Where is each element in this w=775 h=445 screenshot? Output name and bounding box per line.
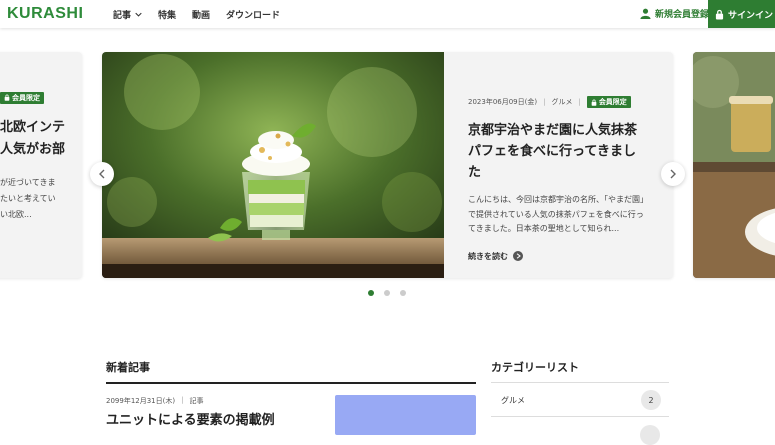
site-logo[interactable]: KURASHI — [7, 5, 83, 23]
chevron-down-icon — [135, 12, 142, 17]
article-meta: 2023年06月09日(金) | グルメ | 会員限定 — [468, 96, 648, 108]
meta-separator: | — [181, 396, 184, 404]
category-heading: カテゴリーリスト — [491, 361, 579, 374]
news-article-date: 2099年12月31日(木) — [106, 397, 176, 405]
badge-label: 会員限定 — [598, 98, 627, 106]
category-count: 2 — [641, 390, 661, 410]
nav-item-label: 動画 — [192, 11, 211, 21]
main-nav: 記事 特集 動画 ダウンロード — [113, 8, 280, 21]
tea-table-image — [693, 52, 775, 278]
members-only-badge: 会員限定 — [0, 91, 44, 104]
carousel-prev-button[interactable] — [90, 162, 114, 186]
category-count — [640, 425, 660, 445]
carousel-dot[interactable] — [368, 290, 374, 296]
news-article-meta: 2099年12月31日(木) | 記事 — [106, 396, 203, 406]
article-date: 2023年06月09日(金) — [468, 98, 538, 106]
prev-title-line: 人気がお部 — [0, 142, 66, 157]
nav-item-articles[interactable]: 記事 — [113, 8, 142, 21]
article-title[interactable]: 京都宇治やまだ園に人気抹茶パフェを食べに行ってきました — [468, 120, 648, 183]
chevron-left-icon — [99, 169, 105, 179]
arrow-right-icon — [513, 251, 523, 261]
active-card-body: 2023年06月09日(金) | グルメ | 会員限定 京都宇治やまだ園に人気抹… — [468, 96, 648, 262]
category-divider — [491, 382, 669, 383]
news-article-title[interactable]: ユニットによる要素の掲載例 — [106, 409, 275, 428]
register-label: 新規会員登録 — [655, 10, 710, 20]
carousel-next-button[interactable] — [661, 162, 685, 186]
nav-item-label: 記事 — [113, 11, 132, 21]
prev-desc-line: が近づいてきま — [0, 178, 56, 187]
register-link[interactable]: 新規会員登録 — [640, 7, 709, 20]
carousel-dot[interactable] — [384, 290, 390, 296]
prev-card-body: 会員限定 北欧インテ 人気がお部 が近づいてきま たいと考えてい い北欧... — [0, 86, 82, 223]
prev-desc-line: い北欧... — [0, 210, 32, 219]
category-name: グルメ — [501, 395, 525, 405]
news-article-category[interactable]: 記事 — [189, 396, 203, 406]
news-article-thumbnail[interactable] — [335, 395, 476, 435]
lock-icon — [4, 94, 10, 101]
nav-item-features[interactable]: 特集 — [158, 8, 176, 21]
prev-card-title: 北欧インテ 人気がお部 — [0, 117, 82, 161]
news-divider — [106, 382, 476, 384]
carousel-pagination — [368, 290, 406, 296]
signin-button[interactable]: サインイン — [708, 0, 775, 28]
carousel-card-prev[interactable]: 会員限定 北欧インテ 人気がお部 が近づいてきま たいと考えてい い北欧... — [0, 52, 82, 278]
article-excerpt: こんにちは、今回は京都宇治の名所、「やまだ園」で提供されている人気の抹茶パフェを… — [468, 195, 648, 233]
nav-item-downloads[interactable]: ダウンロード — [226, 8, 280, 21]
read-more-label: 続きを読む — [468, 251, 508, 261]
nav-item-videos[interactable]: 動画 — [192, 8, 210, 21]
news-heading: 新着記事 — [106, 361, 150, 374]
carousel-card-next[interactable] — [693, 52, 775, 278]
meta-separator: | — [578, 98, 581, 106]
prev-desc-line: たいと考えてい — [0, 194, 56, 203]
prev-card-desc: が近づいてきま たいと考えてい い北欧... — [0, 175, 82, 223]
nav-item-label: 特集 — [158, 11, 177, 21]
badge-label: 会員限定 — [12, 93, 40, 102]
site-header: KURASHI 記事 特集 動画 ダウンロード 新規会員登録 サインイン — [0, 0, 775, 28]
signin-label: サインイン — [728, 10, 774, 21]
carousel-card-active[interactable]: 2023年06月09日(金) | グルメ | 会員限定 京都宇治やまだ園に人気抹… — [102, 52, 673, 278]
members-only-badge: 会員限定 — [586, 96, 631, 108]
matcha-parfait-image — [102, 52, 444, 278]
read-more-link[interactable]: 続きを読む — [468, 251, 648, 262]
nav-item-label: ダウンロード — [226, 11, 281, 21]
chevron-right-icon — [670, 169, 676, 179]
carousel-dot[interactable] — [400, 290, 406, 296]
prev-title-line: 北欧インテ — [0, 120, 66, 135]
article-category[interactable]: グルメ — [551, 97, 572, 107]
meta-separator: | — [543, 98, 546, 106]
category-item-gourmet[interactable]: グルメ 2 — [491, 384, 669, 417]
lock-icon — [591, 99, 597, 106]
user-icon — [640, 8, 651, 19]
lock-icon — [715, 9, 724, 19]
featured-carousel: 会員限定 北欧インテ 人気がお部 が近づいてきま たいと考えてい い北欧... — [0, 28, 775, 308]
